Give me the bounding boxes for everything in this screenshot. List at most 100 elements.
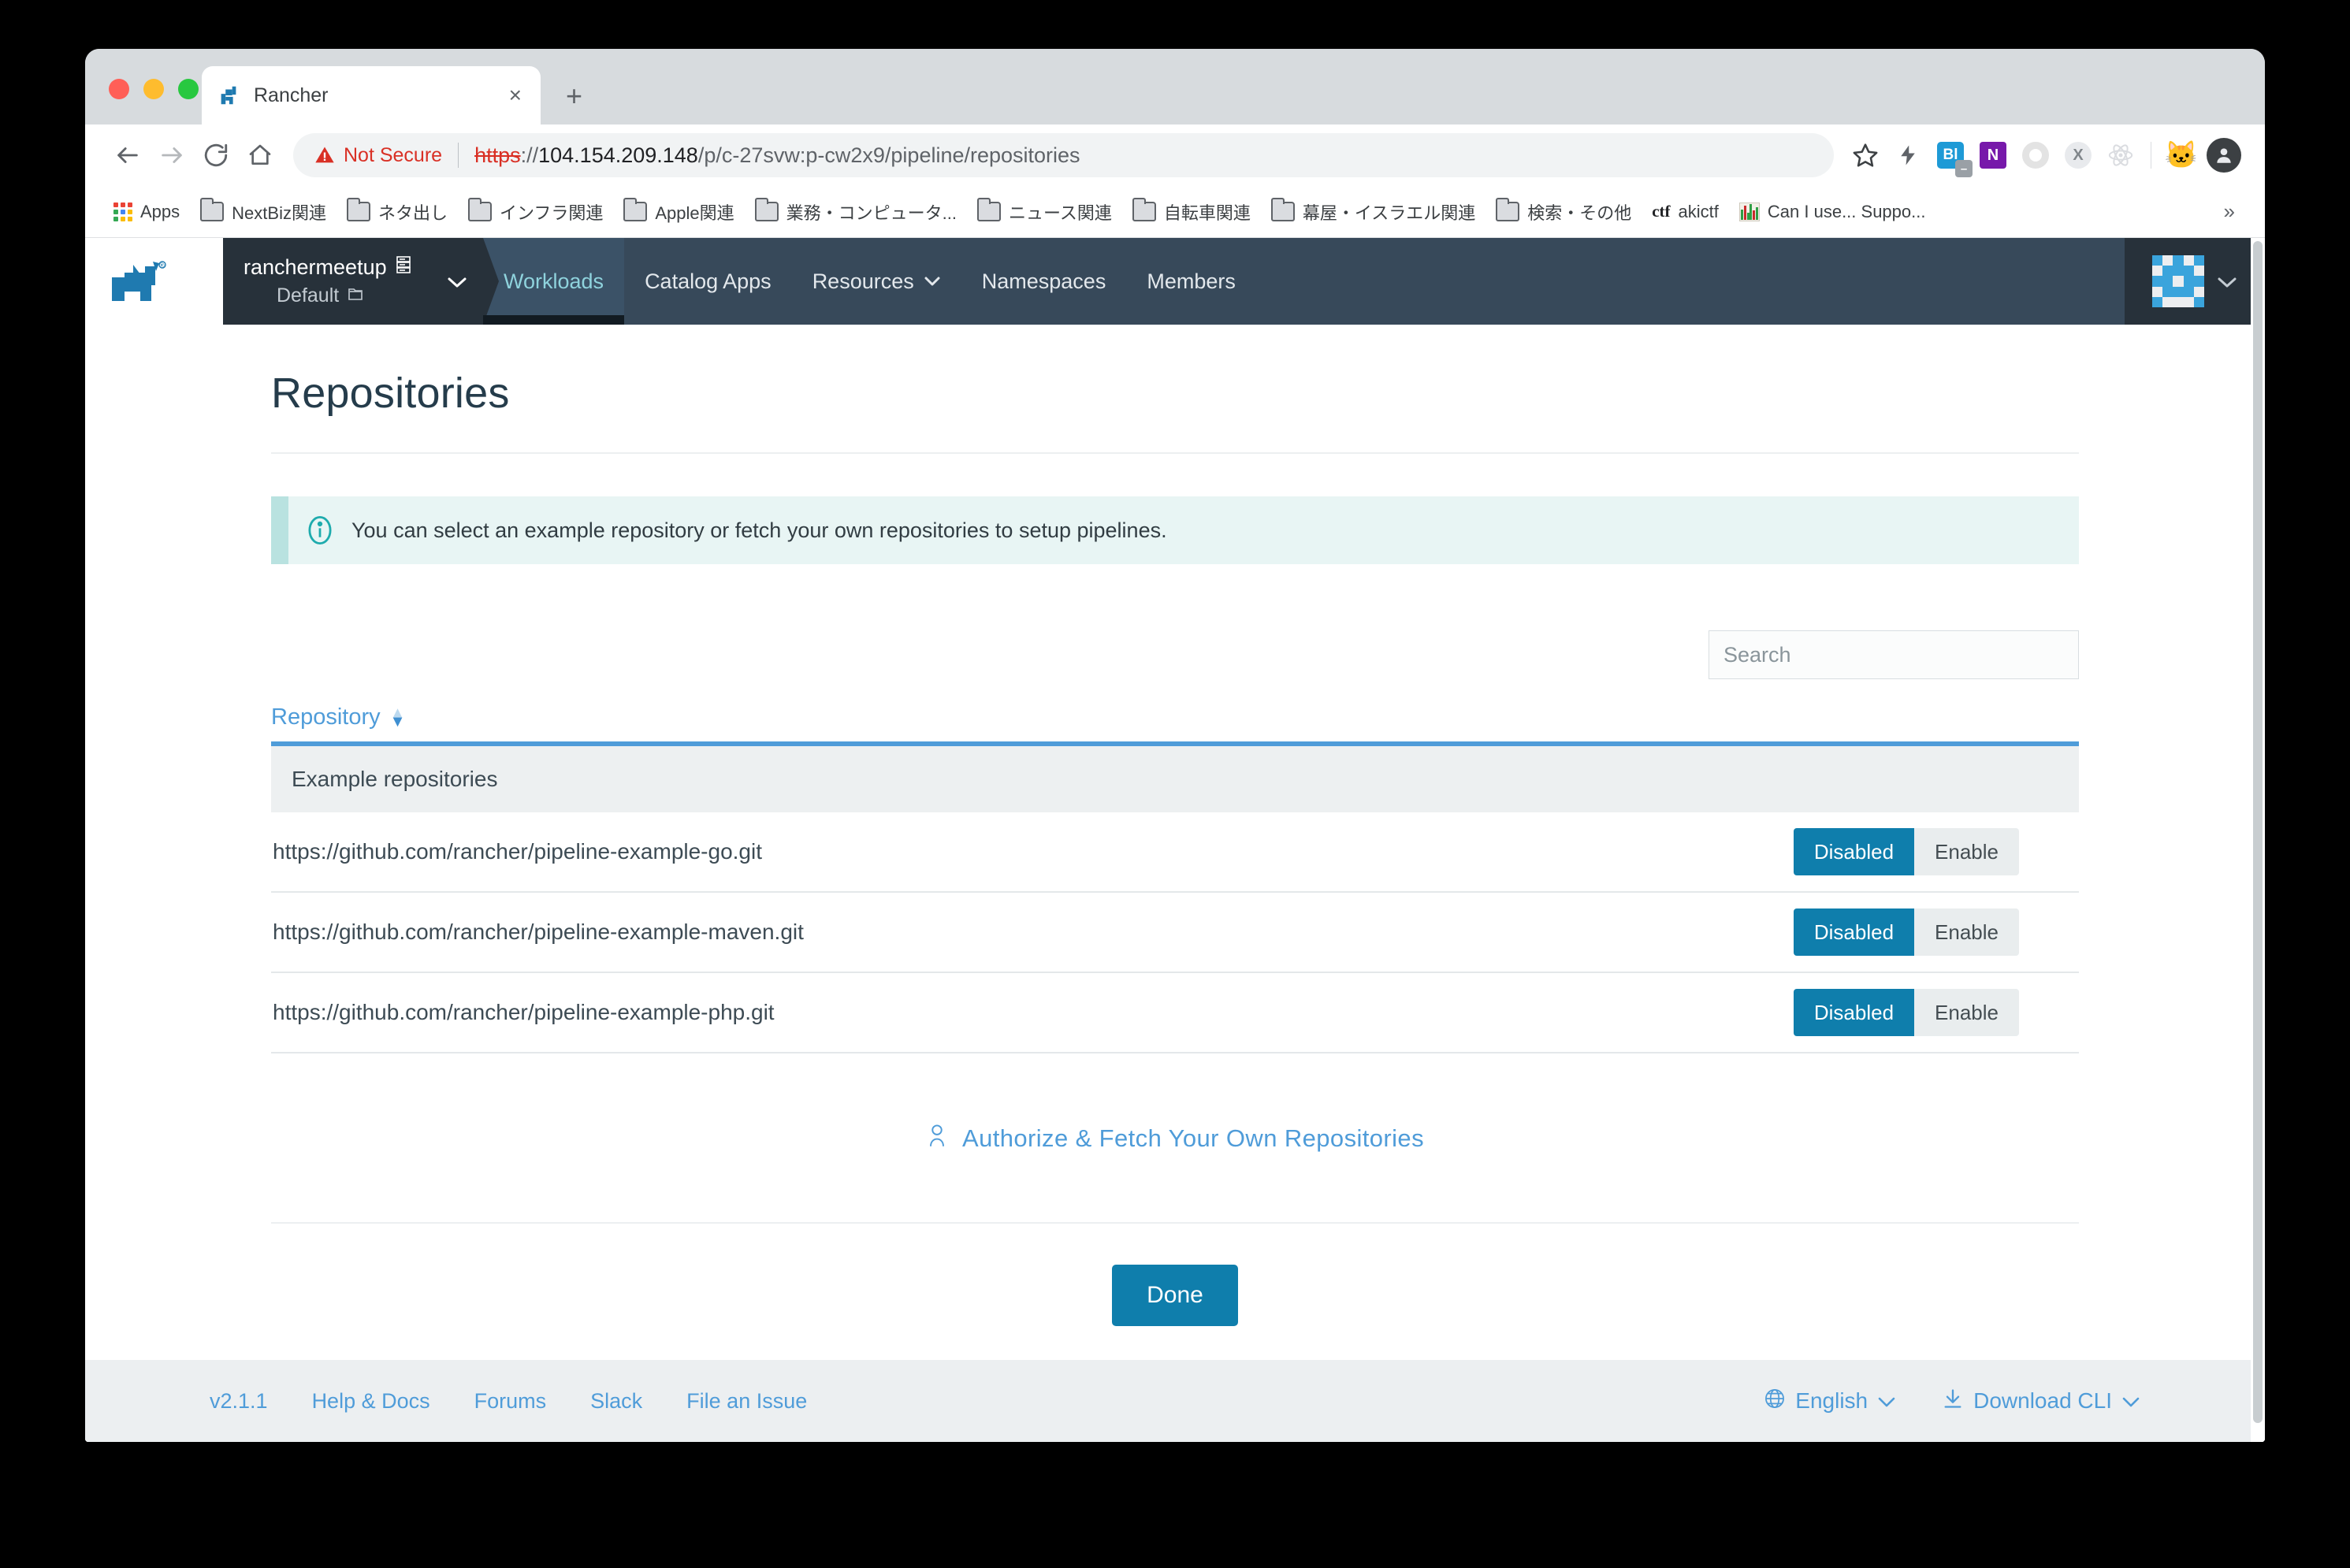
info-icon [288, 514, 351, 547]
nav-item-namespaces[interactable]: Namespaces [961, 238, 1127, 325]
forward-button[interactable] [150, 133, 194, 177]
nav-item-label: Catalog Apps [645, 269, 772, 293]
bookmark-folder-nextbiz[interactable]: NextBiz関連 [191, 195, 336, 229]
address-bar[interactable]: Not Secure https://104.154.209.148/p/c-2… [293, 133, 1834, 177]
download-cli-label: Download CLI [1973, 1388, 2112, 1413]
folder-icon [1496, 198, 1520, 221]
footer-forums[interactable]: Forums [474, 1389, 547, 1414]
sort-arrows-icon: ▲ ▼ [389, 704, 406, 730]
onenote-icon[interactable]: N [1973, 135, 2013, 176]
search-input[interactable] [1709, 630, 2079, 679]
download-icon [1942, 1388, 1964, 1415]
nav-item-members[interactable]: Members [1126, 238, 1256, 325]
footer-file-an-issue[interactable]: File an Issue [686, 1389, 807, 1414]
state-disabled-button[interactable]: Disabled [1793, 828, 1915, 875]
bookmark-label: インフラ関連 [499, 203, 604, 223]
bookmark-apps[interactable]: Apps [104, 197, 189, 227]
minimize-window-button[interactable] [143, 79, 164, 99]
enable-button[interactable]: Enable [1914, 989, 2019, 1036]
table-row[interactable]: https://github.com/rancher/pipeline-exam… [271, 893, 2079, 973]
sort-header-repository[interactable]: Repository ▲ ▼ [271, 704, 405, 730]
download-cli-selector[interactable]: Download CLI [1942, 1388, 2140, 1415]
bookmark-caniuse[interactable]: Can I use... Suppo... [1730, 197, 1935, 227]
url-path: /p/c-27svw:p-cw2x9/pipeline/repositories [697, 143, 1080, 167]
language-selector[interactable]: English [1764, 1388, 1896, 1415]
page-scrollbar[interactable] [2251, 238, 2265, 1442]
rancher-logo[interactable]: ® [85, 238, 223, 325]
bookmark-star-icon[interactable] [1845, 135, 1886, 176]
bookmark-label: akictf [1678, 201, 1719, 221]
done-button[interactable]: Done [1112, 1265, 1238, 1326]
bookmark-label: Apps [140, 201, 180, 221]
lightning-icon[interactable] [1887, 135, 1928, 176]
cluster-switcher-labels: ranchermeetup Default [244, 255, 439, 309]
table-group-header: Example repositories [271, 746, 2079, 812]
browser-window: Rancher × + Not Secure https://104.154.2… [85, 49, 2265, 1442]
browser-tab[interactable]: Rancher × [202, 66, 541, 124]
close-tab-icon[interactable]: × [504, 84, 526, 106]
cluster-project-switcher[interactable]: ranchermeetup Default [223, 238, 483, 325]
folder-icon [1132, 198, 1156, 221]
x-extension-icon[interactable]: X [2058, 135, 2099, 176]
bookmark-folder-bicycle[interactable]: 自転車関連 [1123, 195, 1260, 229]
bl-extension-icon[interactable]: Bl [1930, 135, 1973, 177]
not-secure-label: Not Secure [344, 143, 443, 166]
title-divider [271, 452, 2079, 454]
bookmark-label: 自転車関連 [1163, 203, 1251, 223]
nav-item-workloads[interactable]: Workloads [483, 238, 625, 325]
globe-icon [1764, 1388, 1786, 1415]
back-button[interactable] [106, 133, 150, 177]
bookmark-folder-news[interactable]: ニュース関連 [968, 195, 1121, 229]
authorize-fetch-link[interactable]: Authorize & Fetch Your Own Repositories [271, 1123, 2079, 1154]
bookmark-label: ネタ出し [377, 203, 448, 223]
enable-button[interactable]: Enable [1914, 828, 2019, 875]
page-title: Repositories [271, 370, 510, 417]
chevron-down-icon [1877, 1388, 1896, 1414]
folder-icon [754, 198, 779, 221]
folder-icon [200, 198, 225, 221]
user-menu[interactable] [2125, 238, 2265, 325]
not-secure-indicator[interactable]: Not Secure [314, 144, 442, 167]
bookmarks-bar: Apps NextBiz関連 ネタ出し インフラ関連 Apple関連 業務・コン… [85, 186, 2265, 238]
bookmark-folder-apple[interactable]: Apple関連 [614, 195, 743, 229]
close-window-button[interactable] [109, 79, 129, 99]
bookmark-folder-infra[interactable]: インフラ関連 [459, 195, 612, 229]
nav-item-catalog-apps[interactable]: Catalog Apps [624, 238, 792, 325]
folder-icon [467, 198, 492, 221]
state-disabled-button[interactable]: Disabled [1793, 989, 1915, 1036]
enable-button[interactable]: Enable [1914, 908, 2019, 956]
new-tab-button[interactable]: + [566, 82, 582, 110]
maximize-window-button[interactable] [178, 79, 199, 99]
table-row[interactable]: https://github.com/rancher/pipeline-exam… [271, 812, 2079, 893]
bookmark-folder-gyomu[interactable]: 業務・コンピュータ... [746, 195, 966, 229]
bookmark-folder-search[interactable]: 検索・その他 [1486, 195, 1641, 229]
footer-version[interactable]: v2.1.1 [210, 1389, 268, 1414]
profile-avatar[interactable] [2203, 135, 2244, 176]
state-disabled-button[interactable]: Disabled [1793, 908, 1915, 956]
folder-icon [1270, 198, 1295, 221]
footer-help-docs[interactable]: Help & Docs [312, 1389, 430, 1414]
bookmark-folder-netadashi[interactable]: ネタ出し [337, 195, 457, 229]
cat-emoji-icon[interactable]: 🐱 [2161, 135, 2202, 176]
nav-item-label: Workloads [504, 269, 604, 293]
table-row[interactable]: https://github.com/rancher/pipeline-exam… [271, 973, 2079, 1053]
bookmarks-overflow-button[interactable]: » [2213, 199, 2246, 224]
ring-extension-icon[interactable] [2015, 135, 2056, 176]
scrollbar-thumb[interactable] [2253, 241, 2263, 1423]
app-header: ® ranchermeetup Default Workloads Catalo… [85, 238, 2265, 325]
repository-toggle: Disabled Enable [1793, 908, 2019, 956]
nav-item-resources[interactable]: Resources [792, 238, 961, 325]
warning-triangle-icon [315, 147, 334, 163]
bookmark-akictf[interactable]: ctf akictf [1642, 197, 1728, 227]
footer-slack[interactable]: Slack [590, 1389, 642, 1414]
repository-url: https://github.com/rancher/pipeline-exam… [273, 920, 804, 944]
chevron-down-icon [2121, 1388, 2140, 1414]
cluster-name-row: ranchermeetup [244, 255, 439, 281]
home-button[interactable] [238, 133, 282, 177]
react-devtools-icon[interactable] [2100, 135, 2141, 176]
omnibox-divider [458, 143, 459, 168]
bookmark-folder-israel[interactable]: 幕屋・イスラエル関連 [1262, 195, 1485, 229]
repository-toggle: Disabled Enable [1793, 989, 2019, 1036]
apps-grid-icon [113, 202, 132, 221]
reload-button[interactable] [194, 133, 238, 177]
